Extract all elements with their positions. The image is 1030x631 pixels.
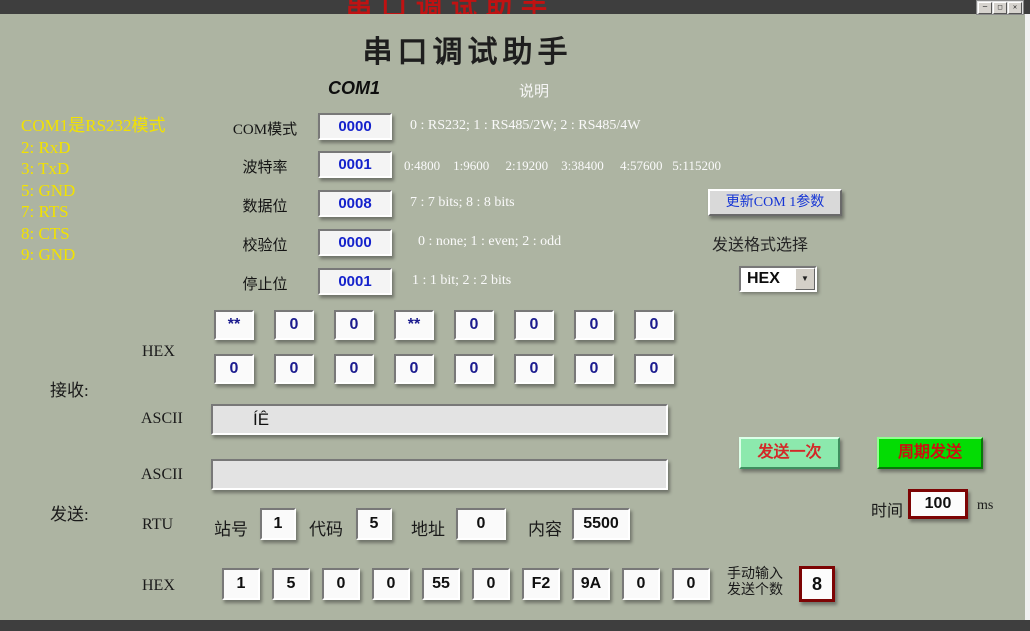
send-ascii-label: ASCII <box>141 466 183 484</box>
receive-hex-byte: 0 <box>334 354 374 384</box>
parity-value[interactable]: 0000 <box>318 229 392 256</box>
rtu-content-label: 内容 <box>528 515 562 540</box>
rtu-label: RTU <box>142 516 173 534</box>
parity-desc: 0 : none; 1 : even; 2 : odd <box>418 234 561 250</box>
time-field[interactable]: 100 <box>908 489 968 519</box>
baud-rate-desc: 0:4800 1:9600 2:19200 3:38400 4:57600 5:… <box>404 158 721 174</box>
data-bits-label: 数据位 <box>230 195 300 216</box>
receive-hex-label: HEX <box>142 343 175 361</box>
send-hex-byte[interactable]: 0 <box>372 568 410 600</box>
pinout-info: COM1是RS232模式 2: RxD 3: TxD 5: GND 7: RTS… <box>21 115 166 266</box>
baud-rate-value[interactable]: 0001 <box>318 151 392 178</box>
parity-label: 校验位 <box>230 234 300 255</box>
app-window: 串口调试助手 ─ □ ✕ 串口调试助手 COM1 说明 COM1是RS232模式… <box>0 0 1030 631</box>
send-section-label: 发送: <box>50 500 89 525</box>
receive-hex-byte: 0 <box>514 354 554 384</box>
receive-hex-byte: 0 <box>274 310 314 340</box>
receive-hex-byte: 0 <box>634 310 674 340</box>
receive-ascii-label: ASCII <box>141 410 183 428</box>
rtu-station-label: 站号 <box>214 515 248 540</box>
send-hex-byte[interactable]: F2 <box>522 568 560 600</box>
send-format-label: 发送格式选择 <box>712 231 808 255</box>
minimize-button[interactable]: ─ <box>978 2 992 14</box>
send-hex-byte[interactable]: 1 <box>222 568 260 600</box>
send-hex-byte[interactable]: 9A <box>572 568 610 600</box>
time-label: 时间 <box>871 497 903 521</box>
receive-ascii-field: ÍÊ <box>211 404 668 435</box>
pinout-line: 9: GND <box>21 244 166 266</box>
receive-hex-byte: 0 <box>514 310 554 340</box>
update-com-params-button[interactable]: 更新COM 1参数 <box>708 189 842 216</box>
time-unit-label: ms <box>977 498 993 514</box>
receive-hex-byte: 0 <box>334 310 374 340</box>
title-bar: 串口调试助手 <box>0 0 1030 14</box>
send-format-dropdown[interactable]: HEX ▼ <box>739 266 817 292</box>
pinout-line: 5: GND <box>21 180 166 202</box>
right-edge <box>1025 0 1030 631</box>
send-count-field[interactable]: 8 <box>799 566 835 602</box>
send-hex-byte[interactable]: 0 <box>622 568 660 600</box>
pinout-line: 2: RxD <box>21 137 166 159</box>
data-bits-desc: 7 : 7 bits; 8 : 8 bits <box>410 195 515 211</box>
manual-count-label: 手动输入 发送个数 <box>727 567 783 599</box>
receive-hex-byte: 0 <box>274 354 314 384</box>
receive-hex-byte: 0 <box>634 354 674 384</box>
send-hex-byte[interactable]: 0 <box>472 568 510 600</box>
data-bits-value[interactable]: 0008 <box>318 190 392 217</box>
send-format-selected: HEX <box>741 268 795 290</box>
rtu-content-field[interactable]: 5500 <box>572 508 630 540</box>
pinout-line: COM1是RS232模式 <box>21 115 166 137</box>
periodic-send-button[interactable]: 周期发送 <box>877 437 983 469</box>
send-hex-byte[interactable]: 55 <box>422 568 460 600</box>
receive-hex-byte: 0 <box>454 310 494 340</box>
com-mode-label: COM模式 <box>230 118 300 139</box>
page-title: 串口调试助手 <box>0 27 935 71</box>
receive-hex-byte: ** <box>214 310 254 340</box>
baud-rate-label: 波特率 <box>230 156 300 177</box>
rtu-address-field[interactable]: 0 <box>456 508 506 540</box>
maximize-button[interactable]: □ <box>993 2 1007 14</box>
window-controls: ─ □ ✕ <box>976 0 1024 15</box>
rtu-station-field[interactable]: 1 <box>260 508 296 540</box>
manual-count-label-line1: 手动输入 <box>727 567 783 583</box>
com-mode-value[interactable]: 0000 <box>318 113 392 140</box>
com-port-label: COM1 <box>328 78 380 99</box>
pinout-line: 8: CTS <box>21 223 166 245</box>
com-mode-desc: 0 : RS232; 1 : RS485/2W; 2 : RS485/4W <box>410 118 641 134</box>
manual-count-label-line2: 发送个数 <box>727 583 783 599</box>
pinout-line: 3: TxD <box>21 158 166 180</box>
send-hex-byte[interactable]: 5 <box>272 568 310 600</box>
send-hex-byte[interactable]: 0 <box>672 568 710 600</box>
send-ascii-field[interactable] <box>211 459 668 490</box>
receive-hex-byte: 0 <box>574 354 614 384</box>
send-once-button[interactable]: 发送一次 <box>739 437 840 469</box>
rtu-address-label: 地址 <box>411 515 445 540</box>
receive-section-label: 接收: <box>50 376 89 401</box>
rtu-code-field[interactable]: 5 <box>356 508 392 540</box>
send-hex-byte[interactable]: 0 <box>322 568 360 600</box>
receive-hex-byte: ** <box>394 310 434 340</box>
bottom-bar <box>0 620 1030 631</box>
dropdown-arrow-icon[interactable]: ▼ <box>795 268 815 290</box>
receive-hex-byte: 0 <box>394 354 434 384</box>
titlebar-ghost-text: 串口调试助手 <box>346 0 556 14</box>
rtu-code-label: 代码 <box>309 515 343 540</box>
stop-bits-label: 停止位 <box>230 273 300 294</box>
stop-bits-desc: 1 : 1 bit; 2 : 2 bits <box>412 273 511 289</box>
stop-bits-value[interactable]: 0001 <box>318 268 392 295</box>
close-button[interactable]: ✕ <box>1008 2 1022 14</box>
receive-hex-byte: 0 <box>454 354 494 384</box>
note-column-label: 说明 <box>519 80 549 101</box>
receive-hex-byte: 0 <box>574 310 614 340</box>
pinout-line: 7: RTS <box>21 201 166 223</box>
send-hex-label: HEX <box>142 577 175 595</box>
receive-hex-byte: 0 <box>214 354 254 384</box>
